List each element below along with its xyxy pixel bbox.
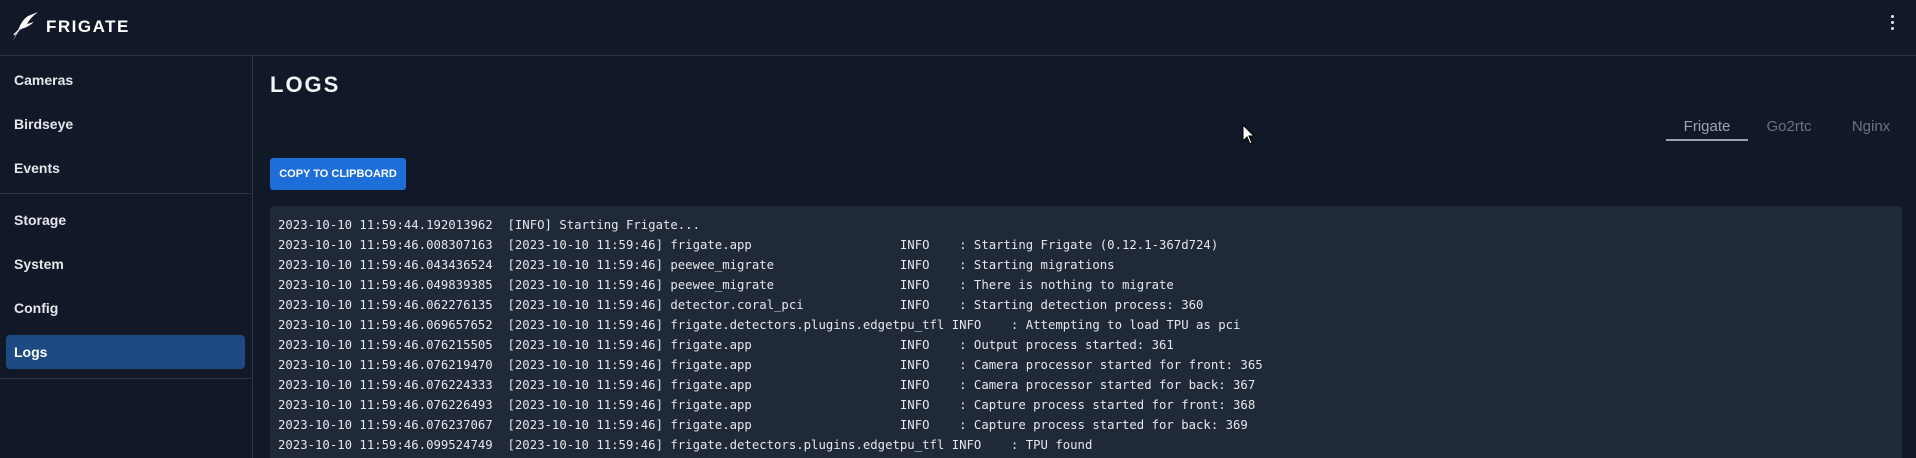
log-line: 2023-10-10 11:59:46.076219470 [2023-10-1… [278, 358, 1263, 372]
sidebar-item-system[interactable]: System [6, 247, 245, 281]
tab-go2rtc[interactable]: Go2rtc [1748, 118, 1830, 142]
top-bar: FRIGATE [0, 0, 1916, 56]
log-line: 2023-10-10 11:59:46.043436524 [2023-10-1… [278, 258, 1115, 272]
sidebar-item-storage[interactable]: Storage [6, 203, 245, 237]
log-line: 2023-10-10 11:59:44.192013962 [INFO] Sta… [278, 218, 700, 232]
more-options-icon[interactable] [1882, 10, 1902, 34]
log-line: 2023-10-10 11:59:46.099524749 [2023-10-1… [278, 438, 1093, 452]
log-line: 2023-10-10 11:59:46.069657652 [2023-10-1… [278, 318, 1241, 332]
log-line: 2023-10-10 11:59:46.062276135 [2023-10-1… [278, 298, 1204, 312]
active-tab-indicator [1666, 139, 1748, 141]
sidebar-item-birdseye[interactable]: Birdseye [6, 107, 245, 141]
sidebar-divider [0, 193, 253, 194]
log-line: 2023-10-10 11:59:46.008307163 [2023-10-1… [278, 238, 1219, 252]
tab-nginx[interactable]: Nginx [1830, 118, 1912, 142]
copy-to-clipboard-button[interactable]: COPY TO CLIPBOARD [270, 158, 406, 190]
sidebar: Cameras Birdseye Events Storage System C… [0, 56, 253, 458]
sidebar-divider [0, 378, 253, 379]
page-title: LOGS [270, 72, 341, 97]
log-line: 2023-10-10 11:59:46.076224333 [2023-10-1… [278, 378, 1256, 392]
log-line: 2023-10-10 11:59:46.076215505 [2023-10-1… [278, 338, 1174, 352]
log-panel[interactable]: 2023-10-10 11:59:44.192013962 [INFO] Sta… [270, 206, 1902, 458]
log-line: 2023-10-10 11:59:46.076226493 [2023-10-1… [278, 398, 1256, 412]
sidebar-item-logs[interactable]: Logs [6, 335, 245, 369]
sidebar-item-cameras[interactable]: Cameras [6, 63, 245, 97]
log-line: 2023-10-10 11:59:46.076237067 [2023-10-1… [278, 418, 1248, 432]
frigate-logo-icon [13, 12, 38, 41]
sidebar-item-events[interactable]: Events [6, 151, 245, 185]
brand-name: FRIGATE [46, 17, 130, 36]
sidebar-item-config[interactable]: Config [6, 291, 245, 325]
mouse-pointer-icon [1242, 124, 1256, 145]
log-line: 2023-10-10 11:59:46.049839385 [2023-10-1… [278, 278, 1174, 292]
